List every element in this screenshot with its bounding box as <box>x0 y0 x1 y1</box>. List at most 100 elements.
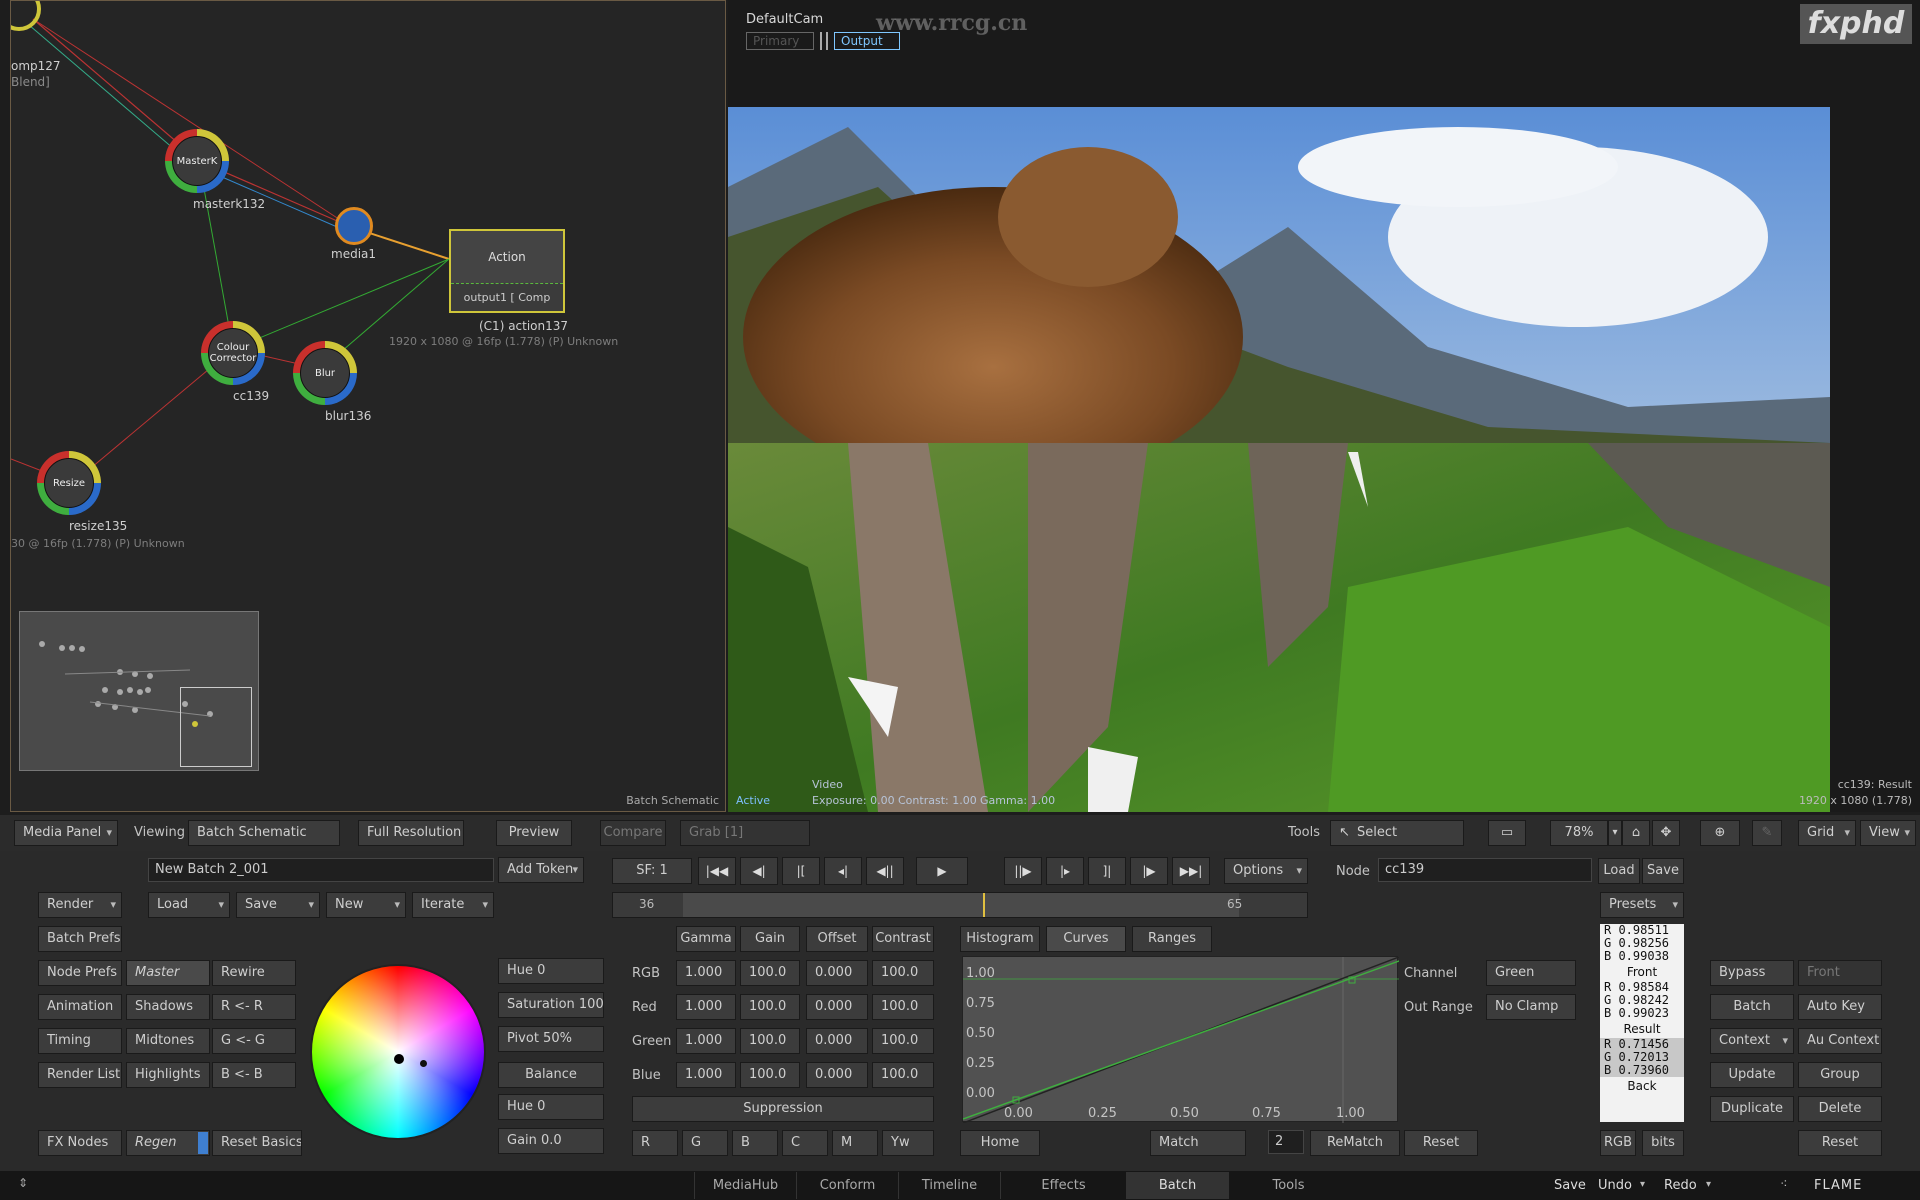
step-forward-icon[interactable]: ||▶ <box>1004 857 1042 885</box>
batch-prefs-button[interactable]: Batch Prefs <box>38 926 122 952</box>
grid-dropdown[interactable]: Grid <box>1798 820 1856 846</box>
tab-batch[interactable]: Batch <box>1126 1172 1228 1199</box>
tab-tools[interactable]: Tools <box>1228 1172 1348 1199</box>
tab-curves[interactable]: Curves <box>1046 926 1126 952</box>
rewire-g-button[interactable]: G <- G <box>212 1028 296 1054</box>
undo-chevron-down-icon[interactable]: ▾ <box>1640 1179 1645 1190</box>
hue-field[interactable]: Hue 0 <box>498 958 604 984</box>
tab-mediahub[interactable]: MediaHub <box>694 1172 796 1199</box>
reset-button[interactable]: Reset <box>1798 1130 1882 1156</box>
green-gamma-field[interactable]: 1.000 <box>676 1028 736 1054</box>
batch-button[interactable]: Batch <box>1710 994 1794 1020</box>
duplicate-button[interactable]: Duplicate <box>1710 1096 1794 1122</box>
viewing-dropdown[interactable]: Batch Schematic <box>188 820 340 846</box>
range-highlights-button[interactable]: Highlights <box>126 1062 210 1088</box>
undo-button[interactable]: Undo <box>1598 1178 1632 1193</box>
options-dropdown[interactable]: Options <box>1224 858 1308 884</box>
schematic-navigator[interactable] <box>19 611 259 771</box>
suppress-yw-button[interactable]: Yw <box>882 1130 934 1156</box>
context-dropdown[interactable]: Context <box>1710 1028 1794 1054</box>
channel-dropdown[interactable]: Green <box>1486 960 1576 986</box>
go-to-end-icon[interactable]: ▶▶| <box>1172 857 1210 885</box>
next-out-icon[interactable]: ]| <box>1088 857 1126 885</box>
step-back-icon[interactable]: ◀|| <box>866 857 904 885</box>
action-node-output[interactable]: output1 [ Comp <box>451 283 563 311</box>
batch-schematic[interactable]: omp127 Blend] MasterK masterk132 media1 … <box>10 0 726 812</box>
rgb-contrast-field[interactable]: 100.0 <box>872 960 934 986</box>
blue-gain-field[interactable]: 100.0 <box>740 1062 800 1088</box>
suppress-c-button[interactable]: C <box>782 1130 828 1156</box>
view-dropdown[interactable]: View <box>1860 820 1916 846</box>
colour-corrector-node[interactable]: Colour Corrector <box>201 321 265 385</box>
curves-graph[interactable] <box>962 956 1400 1124</box>
match-button[interactable]: Match <box>1150 1130 1246 1156</box>
masterk-node[interactable]: MasterK <box>165 129 229 193</box>
rewire-button[interactable]: Rewire <box>212 960 296 986</box>
add-token-dropdown[interactable]: Add Token <box>498 857 584 883</box>
au-context-button[interactable]: Au Context <box>1798 1028 1882 1054</box>
node-save-button[interactable]: Save <box>1642 858 1684 884</box>
green-contrast-field[interactable]: 100.0 <box>872 1028 934 1054</box>
navigator-viewport-box[interactable] <box>180 687 252 767</box>
iterate-dropdown[interactable]: Iterate <box>412 892 494 918</box>
blue-contrast-field[interactable]: 100.0 <box>872 1062 934 1088</box>
split-view-icon[interactable]: ▭ <box>1488 820 1526 846</box>
pen-icon[interactable]: ✎ <box>1752 820 1782 846</box>
tab-conform[interactable]: Conform <box>796 1172 898 1199</box>
redo-button[interactable]: Redo <box>1664 1178 1697 1193</box>
green-offset-field[interactable]: 0.000 <box>806 1028 868 1054</box>
tab-histogram[interactable]: Histogram <box>960 926 1040 952</box>
group-button[interactable]: Group <box>1798 1062 1882 1088</box>
play-icon[interactable]: ▶ <box>916 857 968 885</box>
tab-ranges[interactable]: Ranges <box>1132 926 1212 952</box>
green-gain-field[interactable]: 100.0 <box>740 1028 800 1054</box>
node-name-field[interactable]: cc139 <box>1378 858 1592 882</box>
playhead[interactable] <box>983 893 985 917</box>
node-prefs-button[interactable]: Node Prefs <box>38 960 122 986</box>
red-gain-field[interactable]: 100.0 <box>740 994 800 1020</box>
image-viewer[interactable]: DefaultCam Primary Output www.rrcg.cn fx… <box>728 0 1920 812</box>
rgb-offset-field[interactable]: 0.000 <box>806 960 868 986</box>
red-gamma-field[interactable]: 1.000 <box>676 994 736 1020</box>
save-button[interactable]: Save <box>1554 1178 1586 1193</box>
bits-mode-button[interactable]: bits <box>1642 1130 1684 1156</box>
range-midtones-button[interactable]: Midtones <box>126 1028 210 1054</box>
rewire-r-button[interactable]: R <- R <box>212 994 296 1020</box>
pivot-field[interactable]: Pivot 50% <box>498 1026 604 1052</box>
color-wheel[interactable] <box>310 964 486 1140</box>
fx-nodes-button[interactable]: FX Nodes <box>38 1130 122 1156</box>
curves-reset-button[interactable]: Reset <box>1404 1130 1478 1156</box>
rematch-button[interactable]: ReMatch <box>1310 1130 1400 1156</box>
crosshair-icon[interactable]: ⊕ <box>1700 820 1740 846</box>
suppress-m-button[interactable]: M <box>832 1130 878 1156</box>
suppress-r-button[interactable]: R <box>632 1130 678 1156</box>
home-icon[interactable]: ⌂ <box>1622 820 1650 846</box>
full-resolution-button[interactable]: Full Resolution <box>358 820 464 846</box>
balance-button[interactable]: Balance <box>498 1062 604 1088</box>
timeline-scrubber[interactable]: 36 65 <box>612 892 1308 918</box>
fit-view-icon[interactable]: ✥ <box>1652 820 1680 846</box>
render-list-button[interactable]: Render List <box>38 1062 122 1088</box>
action-node[interactable]: Action output1 [ Comp <box>449 229 565 313</box>
match-value-field[interactable]: 2 <box>1268 1130 1304 1154</box>
rgb-mode-button[interactable]: RGB <box>1600 1130 1636 1156</box>
update-button[interactable]: Update <box>1710 1062 1794 1088</box>
go-to-start-icon[interactable]: |◀◀ <box>698 857 736 885</box>
zoom-chevron-down-icon[interactable]: ▾ <box>1608 820 1622 846</box>
balance-gain-field[interactable]: Gain 0.0 <box>498 1128 604 1154</box>
range-master-button[interactable]: Master <box>126 960 210 986</box>
auto-key-button[interactable]: Auto Key <box>1798 994 1882 1020</box>
blue-offset-field[interactable]: 0.000 <box>806 1062 868 1088</box>
previous-mark-icon[interactable]: ◂| <box>824 857 862 885</box>
next-mark-icon[interactable]: |▸ <box>1046 857 1084 885</box>
delete-button[interactable]: Delete <box>1798 1096 1882 1122</box>
compare-button[interactable]: Compare <box>600 820 666 846</box>
previous-keyframe-icon[interactable]: ◀| <box>740 857 778 885</box>
sf-field[interactable]: SF: 1 <box>612 858 692 884</box>
rgb-gamma-field[interactable]: 1.000 <box>676 960 736 986</box>
column-offset[interactable]: Offset <box>806 926 868 952</box>
zoom-field[interactable]: 78% <box>1550 820 1608 846</box>
select-tool-button[interactable]: ↖ Select <box>1330 820 1464 846</box>
next-keyframe-icon[interactable]: |▶ <box>1130 857 1168 885</box>
render-dropdown[interactable]: Render <box>38 892 122 918</box>
